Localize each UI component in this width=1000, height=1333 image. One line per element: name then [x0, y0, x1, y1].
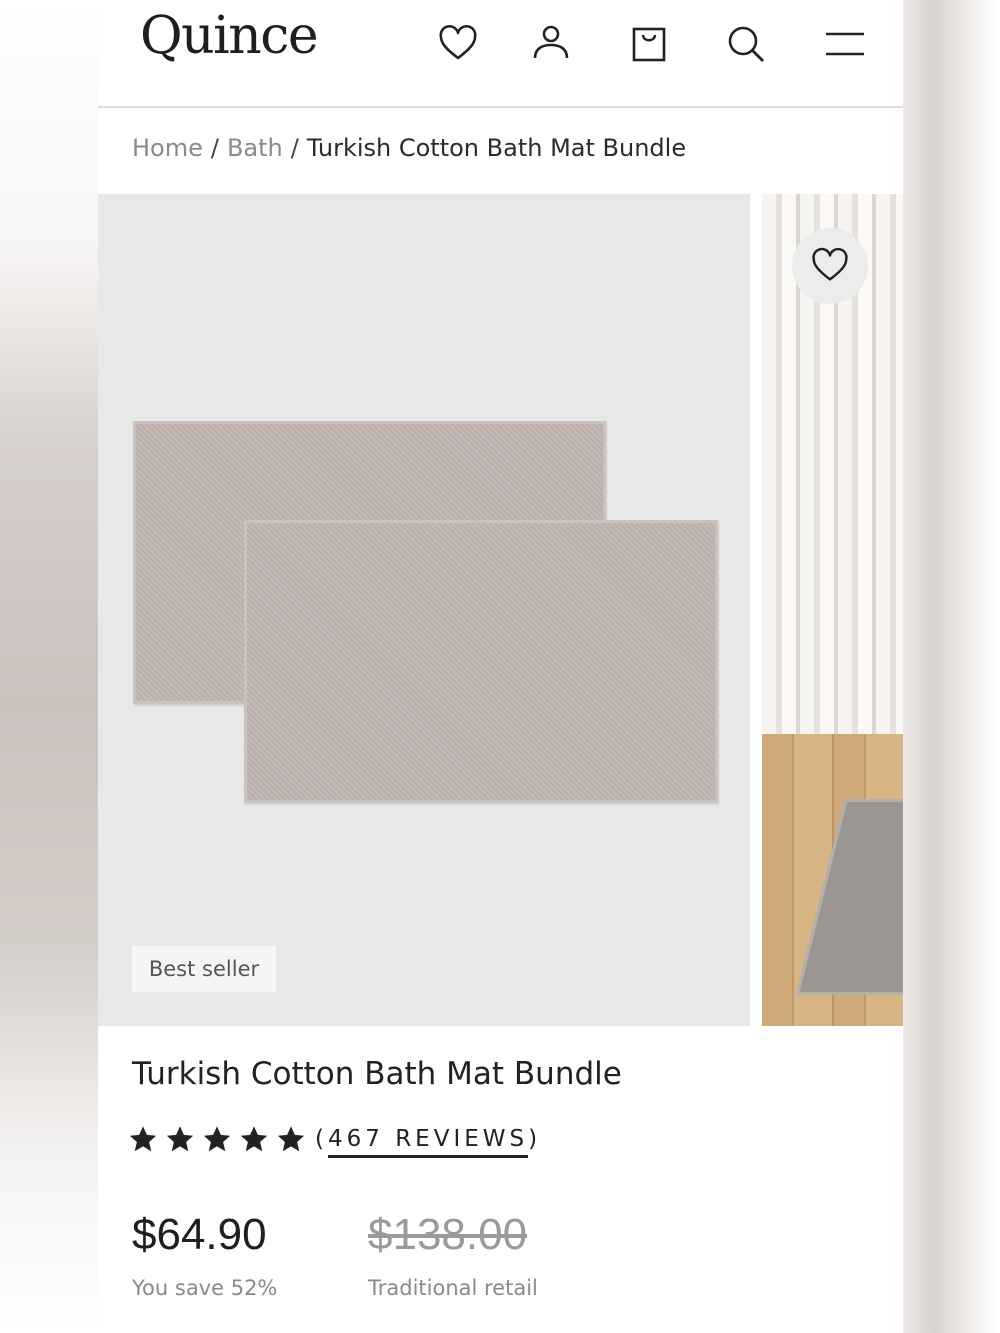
best-seller-badge: Best seller [132, 946, 276, 992]
backdrop-right [903, 0, 1000, 1333]
star-icon [276, 1124, 306, 1154]
reviews-link[interactable]: 467 REVIEWS [327, 1126, 529, 1158]
quince-logo[interactable]: Quince [140, 6, 319, 66]
savings-label: You save 52% [132, 1276, 278, 1300]
menu-icon[interactable] [823, 22, 867, 66]
bath-mat-front [244, 520, 718, 803]
reviews: (467 REVIEWS) [315, 1126, 542, 1158]
favorite-button[interactable] [792, 228, 868, 304]
product-secondary-image[interactable] [762, 194, 903, 1026]
star-icon [165, 1124, 195, 1154]
breadcrumb-current: Turkish Cotton Bath Mat Bundle [306, 134, 687, 162]
search-icon[interactable] [724, 22, 768, 66]
breadcrumb-bath[interactable]: Bath [227, 134, 283, 162]
site-header: Quince [98, 0, 903, 108]
breadcrumb-separator: / [290, 134, 299, 162]
product-title: Turkish Cotton Bath Mat Bundle [132, 1056, 622, 1092]
heart-icon[interactable] [436, 22, 480, 66]
product-page: Quince Home / Bath / Turkish Cotton Bath Mat… [98, 0, 903, 1333]
star-icon [128, 1124, 158, 1154]
breadcrumb: Home / Bath / Turkish Cotton Bath Mat Bundle [132, 134, 686, 162]
backdrop-left [0, 0, 98, 1333]
breadcrumb-separator: / [210, 134, 219, 162]
star-rating [128, 1124, 313, 1154]
rating-row: (467 REVIEWS) [128, 1124, 542, 1158]
heart-icon [812, 247, 848, 281]
breadcrumb-home[interactable]: Home [132, 134, 203, 162]
account-icon[interactable] [529, 22, 573, 66]
reviews-paren-open: ( [315, 1126, 328, 1152]
reviews-paren-close: ) [528, 1126, 542, 1152]
bag-icon[interactable] [627, 22, 671, 66]
product-main-image[interactable]: Best seller [98, 194, 750, 1026]
star-icon [239, 1124, 269, 1154]
sale-price: $64.90 [132, 1210, 267, 1259]
original-price-label: Traditional retail [368, 1276, 538, 1300]
original-price: $138.00 [368, 1210, 528, 1259]
star-icon [202, 1124, 232, 1154]
